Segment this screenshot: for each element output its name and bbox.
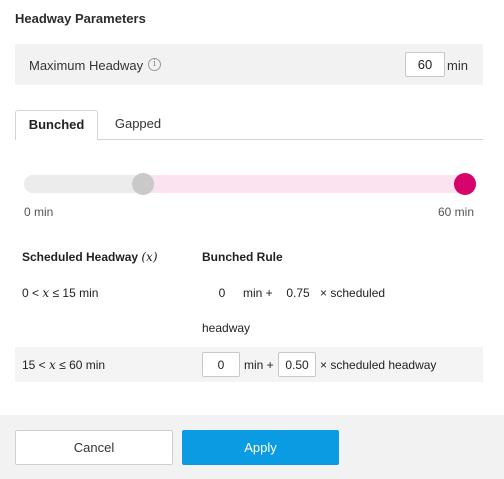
tab-bunched[interactable]: Bunched bbox=[15, 110, 98, 140]
cancel-button[interactable]: Cancel bbox=[15, 430, 173, 465]
apply-button[interactable]: Apply bbox=[182, 430, 339, 465]
row-1-min-plus-label: min + bbox=[243, 286, 273, 300]
bunched-rule-header: Bunched Rule bbox=[202, 250, 283, 264]
slider-min-label: 0 min bbox=[24, 205, 54, 219]
dialog-footer: Cancel Apply bbox=[0, 415, 504, 479]
row-1-scheduled-label: × scheduled bbox=[320, 286, 386, 300]
row-1-range-label: 0 < x ≤ 15 min bbox=[22, 286, 99, 300]
row-1-offset-value[interactable]: 0 bbox=[211, 286, 233, 300]
slider-high-handle[interactable] bbox=[454, 173, 476, 195]
slider-low-handle[interactable] bbox=[131, 173, 154, 195]
row-2-scheduled-label: × scheduled headway bbox=[320, 358, 437, 372]
max-headway-row: Maximum Headway i min bbox=[15, 44, 483, 85]
max-headway-input[interactable] bbox=[405, 52, 445, 77]
scheduled-headway-header: Scheduled Headway (x) bbox=[22, 250, 158, 264]
row-2-offset-input[interactable] bbox=[202, 352, 240, 377]
row-2-multiplier-input[interactable] bbox=[278, 352, 316, 377]
max-headway-label: Maximum Headway bbox=[29, 58, 144, 73]
info-icon[interactable]: i bbox=[148, 58, 161, 71]
headway-range-slider[interactable] bbox=[24, 175, 476, 193]
row-1-headway-label: headway bbox=[202, 321, 251, 335]
table-row: 15 < x ≤ 60 min min + × scheduled headwa… bbox=[15, 347, 483, 382]
tab-gapped[interactable]: Gapped bbox=[98, 110, 178, 140]
slider-selected-range bbox=[142, 175, 465, 193]
row-2-range-label: 15 < x ≤ 60 min bbox=[22, 358, 106, 372]
slider-max-label: 60 min bbox=[437, 205, 474, 219]
section-title: Headway Parameters bbox=[15, 11, 146, 26]
rule-tabs: Bunched Gapped bbox=[15, 110, 483, 140]
max-headway-unit: min bbox=[447, 58, 468, 73]
row-1-multiplier-value[interactable]: 0.75 bbox=[283, 286, 313, 300]
row-2-min-plus-label: min + bbox=[244, 358, 274, 372]
